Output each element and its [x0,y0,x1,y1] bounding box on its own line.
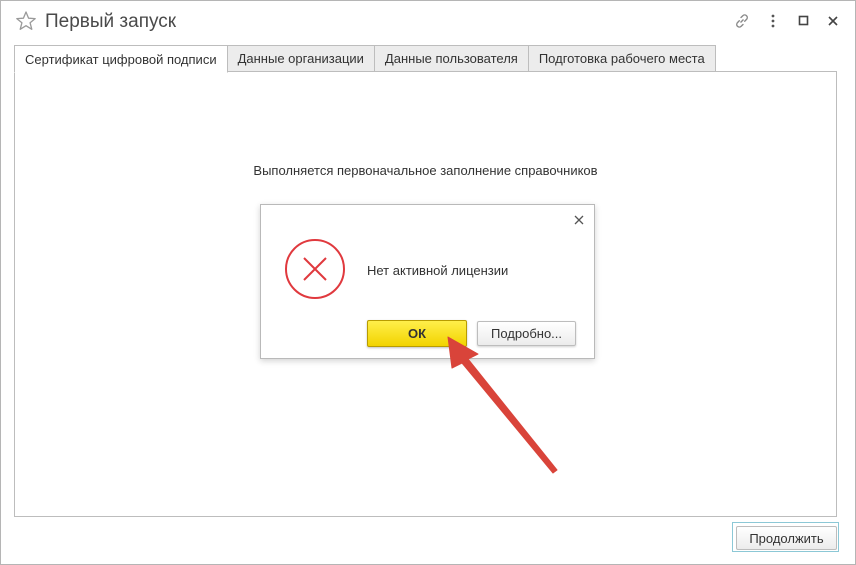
tab-label: Данные организации [237,51,364,66]
star-icon[interactable] [15,10,37,32]
link-icon[interactable] [732,11,752,31]
window-title: Первый запуск [45,11,177,32]
continue-button[interactable]: Продолжить [736,526,837,550]
more-vertical-icon[interactable] [763,11,783,31]
tab-organization[interactable]: Данные организации [226,45,375,72]
dialog-message: Нет активной лицензии [367,263,509,278]
maximize-icon[interactable] [794,11,814,31]
tab-label: Данные пользователя [384,51,518,66]
dialog-close-icon[interactable] [572,213,586,227]
status-text: Выполняется первоначальное заполнение сп… [253,163,598,178]
details-button[interactable]: Подробно... [477,321,576,346]
tab-bar: Сертификат цифровой подписи Данные орган… [14,45,716,73]
continue-button-focus: Продолжить [732,522,839,552]
tab-user[interactable]: Данные пользователя [373,45,529,72]
tab-workplace[interactable]: Подготовка рабочего места [527,45,716,72]
tab-certificate[interactable]: Сертификат цифровой подписи [14,45,228,73]
close-icon[interactable] [823,11,843,31]
ok-button[interactable]: ОК [367,320,467,347]
title-bar: Первый запуск [1,1,855,43]
error-icon [284,238,346,300]
error-dialog: Нет активной лицензии ОК Подробно... [260,204,595,359]
tab-label: Сертификат цифровой подписи [25,51,217,67]
tab-label: Подготовка рабочего места [538,51,705,66]
